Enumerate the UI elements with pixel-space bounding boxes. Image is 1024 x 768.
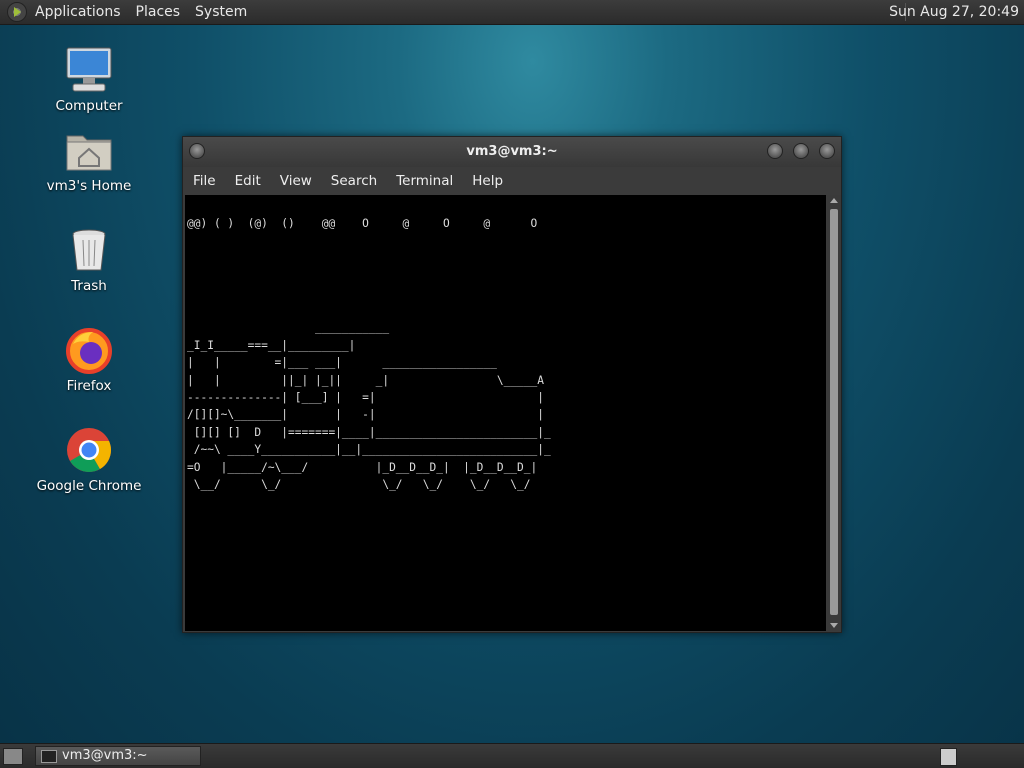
maximize-button[interactable]: [793, 143, 809, 159]
menu-view[interactable]: View: [280, 173, 312, 189]
taskbar-item-terminal[interactable]: vm3@vm3:~: [35, 746, 201, 766]
desktop-icon-home[interactable]: vm3's Home: [29, 126, 149, 194]
chrome-icon: [65, 426, 113, 474]
window-menu-icon[interactable]: [189, 143, 205, 159]
desktop-icon-label: Trash: [71, 278, 107, 294]
desktop-icon-label: Firefox: [66, 378, 112, 394]
window-title: vm3@vm3:~: [466, 144, 558, 159]
desktop-icon-chrome[interactable]: Google Chrome: [29, 426, 149, 494]
menu-help[interactable]: Help: [472, 173, 503, 189]
workspace-switcher[interactable]: [940, 748, 957, 766]
minimize-button[interactable]: [767, 143, 783, 159]
home-folder-icon: [65, 126, 113, 174]
terminal-text: @@) ( ) (@) () @@ O @ O @ O ___________ …: [187, 217, 551, 492]
terminal-icon: [41, 750, 57, 763]
top-panel: Applications Places System Sun Aug 27, 2…: [0, 0, 1024, 25]
menu-places[interactable]: Places: [136, 4, 181, 20]
clock[interactable]: Sun Aug 27, 20:49: [889, 4, 1019, 20]
terminal-scrollbar[interactable]: [827, 195, 841, 631]
firefox-icon: [65, 326, 113, 374]
menu-search[interactable]: Search: [331, 173, 377, 189]
scrollbar-thumb[interactable]: [830, 209, 838, 615]
window-titlebar[interactable]: vm3@vm3:~: [183, 137, 841, 167]
menu-edit[interactable]: Edit: [235, 173, 261, 189]
close-button[interactable]: [819, 143, 835, 159]
show-desktop-icon[interactable]: [3, 748, 23, 765]
terminal-menubar: File Edit View Search Terminal Help: [183, 167, 841, 195]
scroll-up-icon[interactable]: [830, 198, 838, 203]
desktop-icon-trash[interactable]: Trash: [29, 226, 149, 294]
menu-applications[interactable]: Applications: [35, 4, 121, 20]
terminal-output[interactable]: @@) ( ) (@) () @@ O @ O @ O ___________ …: [185, 195, 826, 631]
menu-system[interactable]: System: [195, 4, 247, 20]
desktop-icon-label: Google Chrome: [36, 478, 142, 494]
desktop-icon-firefox[interactable]: Firefox: [29, 326, 149, 394]
desktop-icon-label: vm3's Home: [46, 178, 132, 194]
scroll-down-icon[interactable]: [830, 623, 838, 628]
menu-terminal[interactable]: Terminal: [396, 173, 453, 189]
menu-file[interactable]: File: [193, 173, 216, 189]
computer-icon: [65, 46, 113, 94]
bottom-panel: vm3@vm3:~: [0, 743, 1024, 768]
desktop-icon-label: Computer: [55, 98, 123, 114]
distro-logo-icon[interactable]: [7, 2, 27, 22]
desktop-icon-computer[interactable]: Computer: [29, 46, 149, 114]
taskbar-item-label: vm3@vm3:~: [62, 748, 148, 763]
trash-icon: [65, 226, 113, 274]
terminal-window[interactable]: vm3@vm3:~ File Edit View Search Terminal…: [182, 136, 842, 633]
